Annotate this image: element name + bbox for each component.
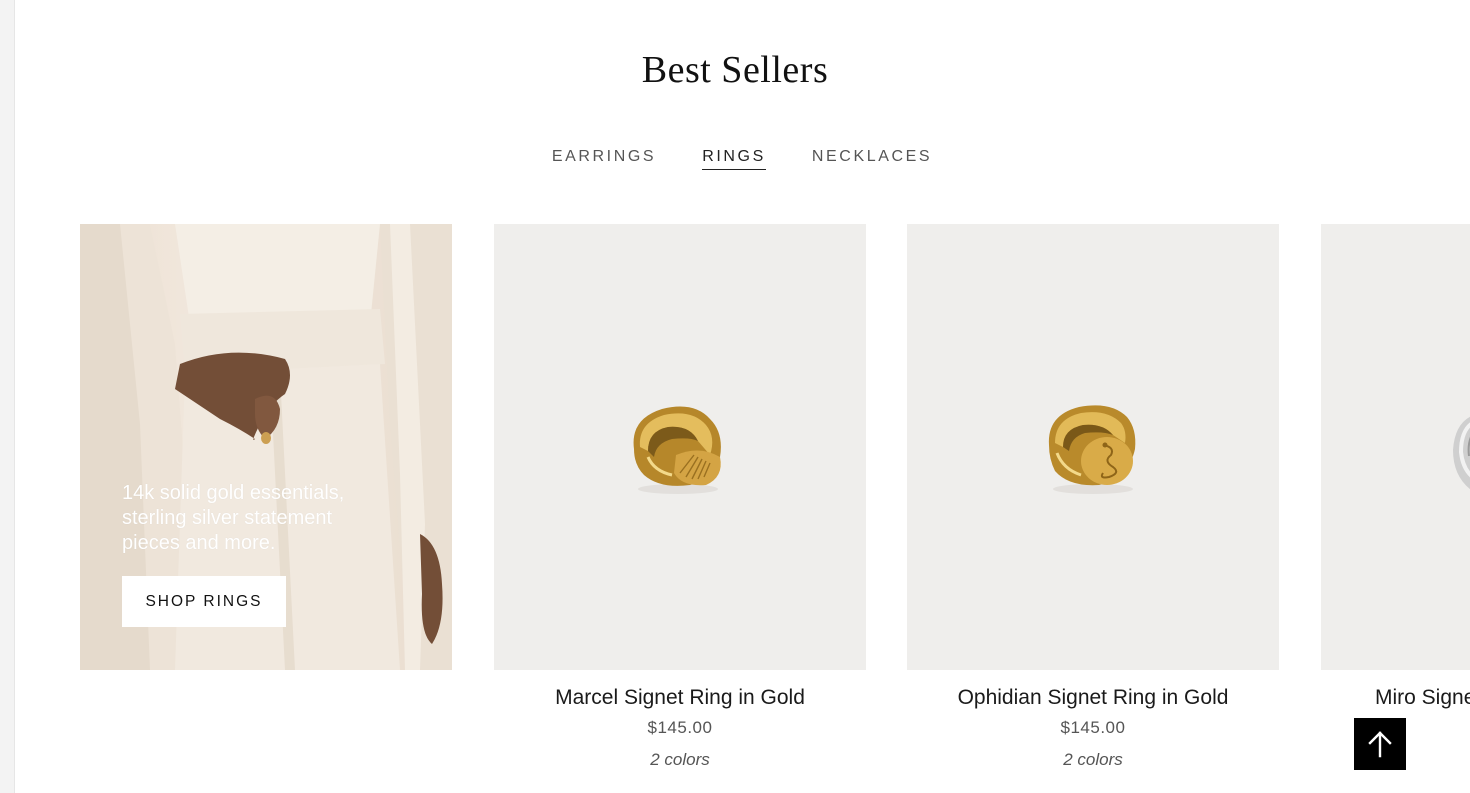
product-image[interactable]	[907, 224, 1279, 670]
product-name[interactable]: Ophidian Signet Ring in Gold	[907, 684, 1279, 712]
page: Best Sellers EARRINGS RINGS NECKLACES 14…	[0, 0, 1470, 793]
tab-rings[interactable]: RINGS	[702, 148, 766, 170]
shop-rings-button[interactable]: SHOP RINGS	[122, 576, 286, 627]
product-colors: 2 colors	[1063, 750, 1123, 769]
promo-card[interactable]: 14k solid gold essentials, sterling silv…	[80, 224, 452, 670]
tab-necklaces[interactable]: NECKLACES	[812, 148, 932, 170]
promo-copy: 14k solid gold essentials, sterling silv…	[122, 482, 345, 554]
product-card[interactable]: Ophidian Signet Ring in Gold $145.00 2 c…	[907, 224, 1279, 770]
product-name[interactable]: Miro Signe	[1321, 684, 1470, 712]
scroll-to-top-button[interactable]	[1354, 718, 1406, 770]
product-price: $145.00	[1060, 718, 1126, 737]
product-image[interactable]	[1321, 224, 1470, 670]
category-tabs: EARRINGS RINGS NECKLACES	[0, 148, 1470, 170]
product-name[interactable]: Marcel Signet Ring in Gold	[494, 684, 866, 712]
product-card[interactable]: Marcel Signet Ring in Gold $145.00 2 col…	[494, 224, 866, 770]
tab-earrings[interactable]: EARRINGS	[552, 148, 656, 170]
product-image[interactable]	[494, 224, 866, 670]
gold-signet-ring-serpent-icon	[1048, 405, 1136, 494]
gold-signet-ring-shell-icon	[633, 406, 721, 494]
section-title: Best Sellers	[641, 49, 829, 91]
left-rail	[0, 0, 15, 793]
silver-signet-ring-icon	[1453, 416, 1470, 490]
product-price: $145.00	[647, 718, 713, 737]
arrow-up-icon	[1368, 731, 1392, 758]
product-colors: 2 colors	[650, 750, 710, 769]
product-card[interactable]: Miro Signe	[1321, 224, 1470, 712]
